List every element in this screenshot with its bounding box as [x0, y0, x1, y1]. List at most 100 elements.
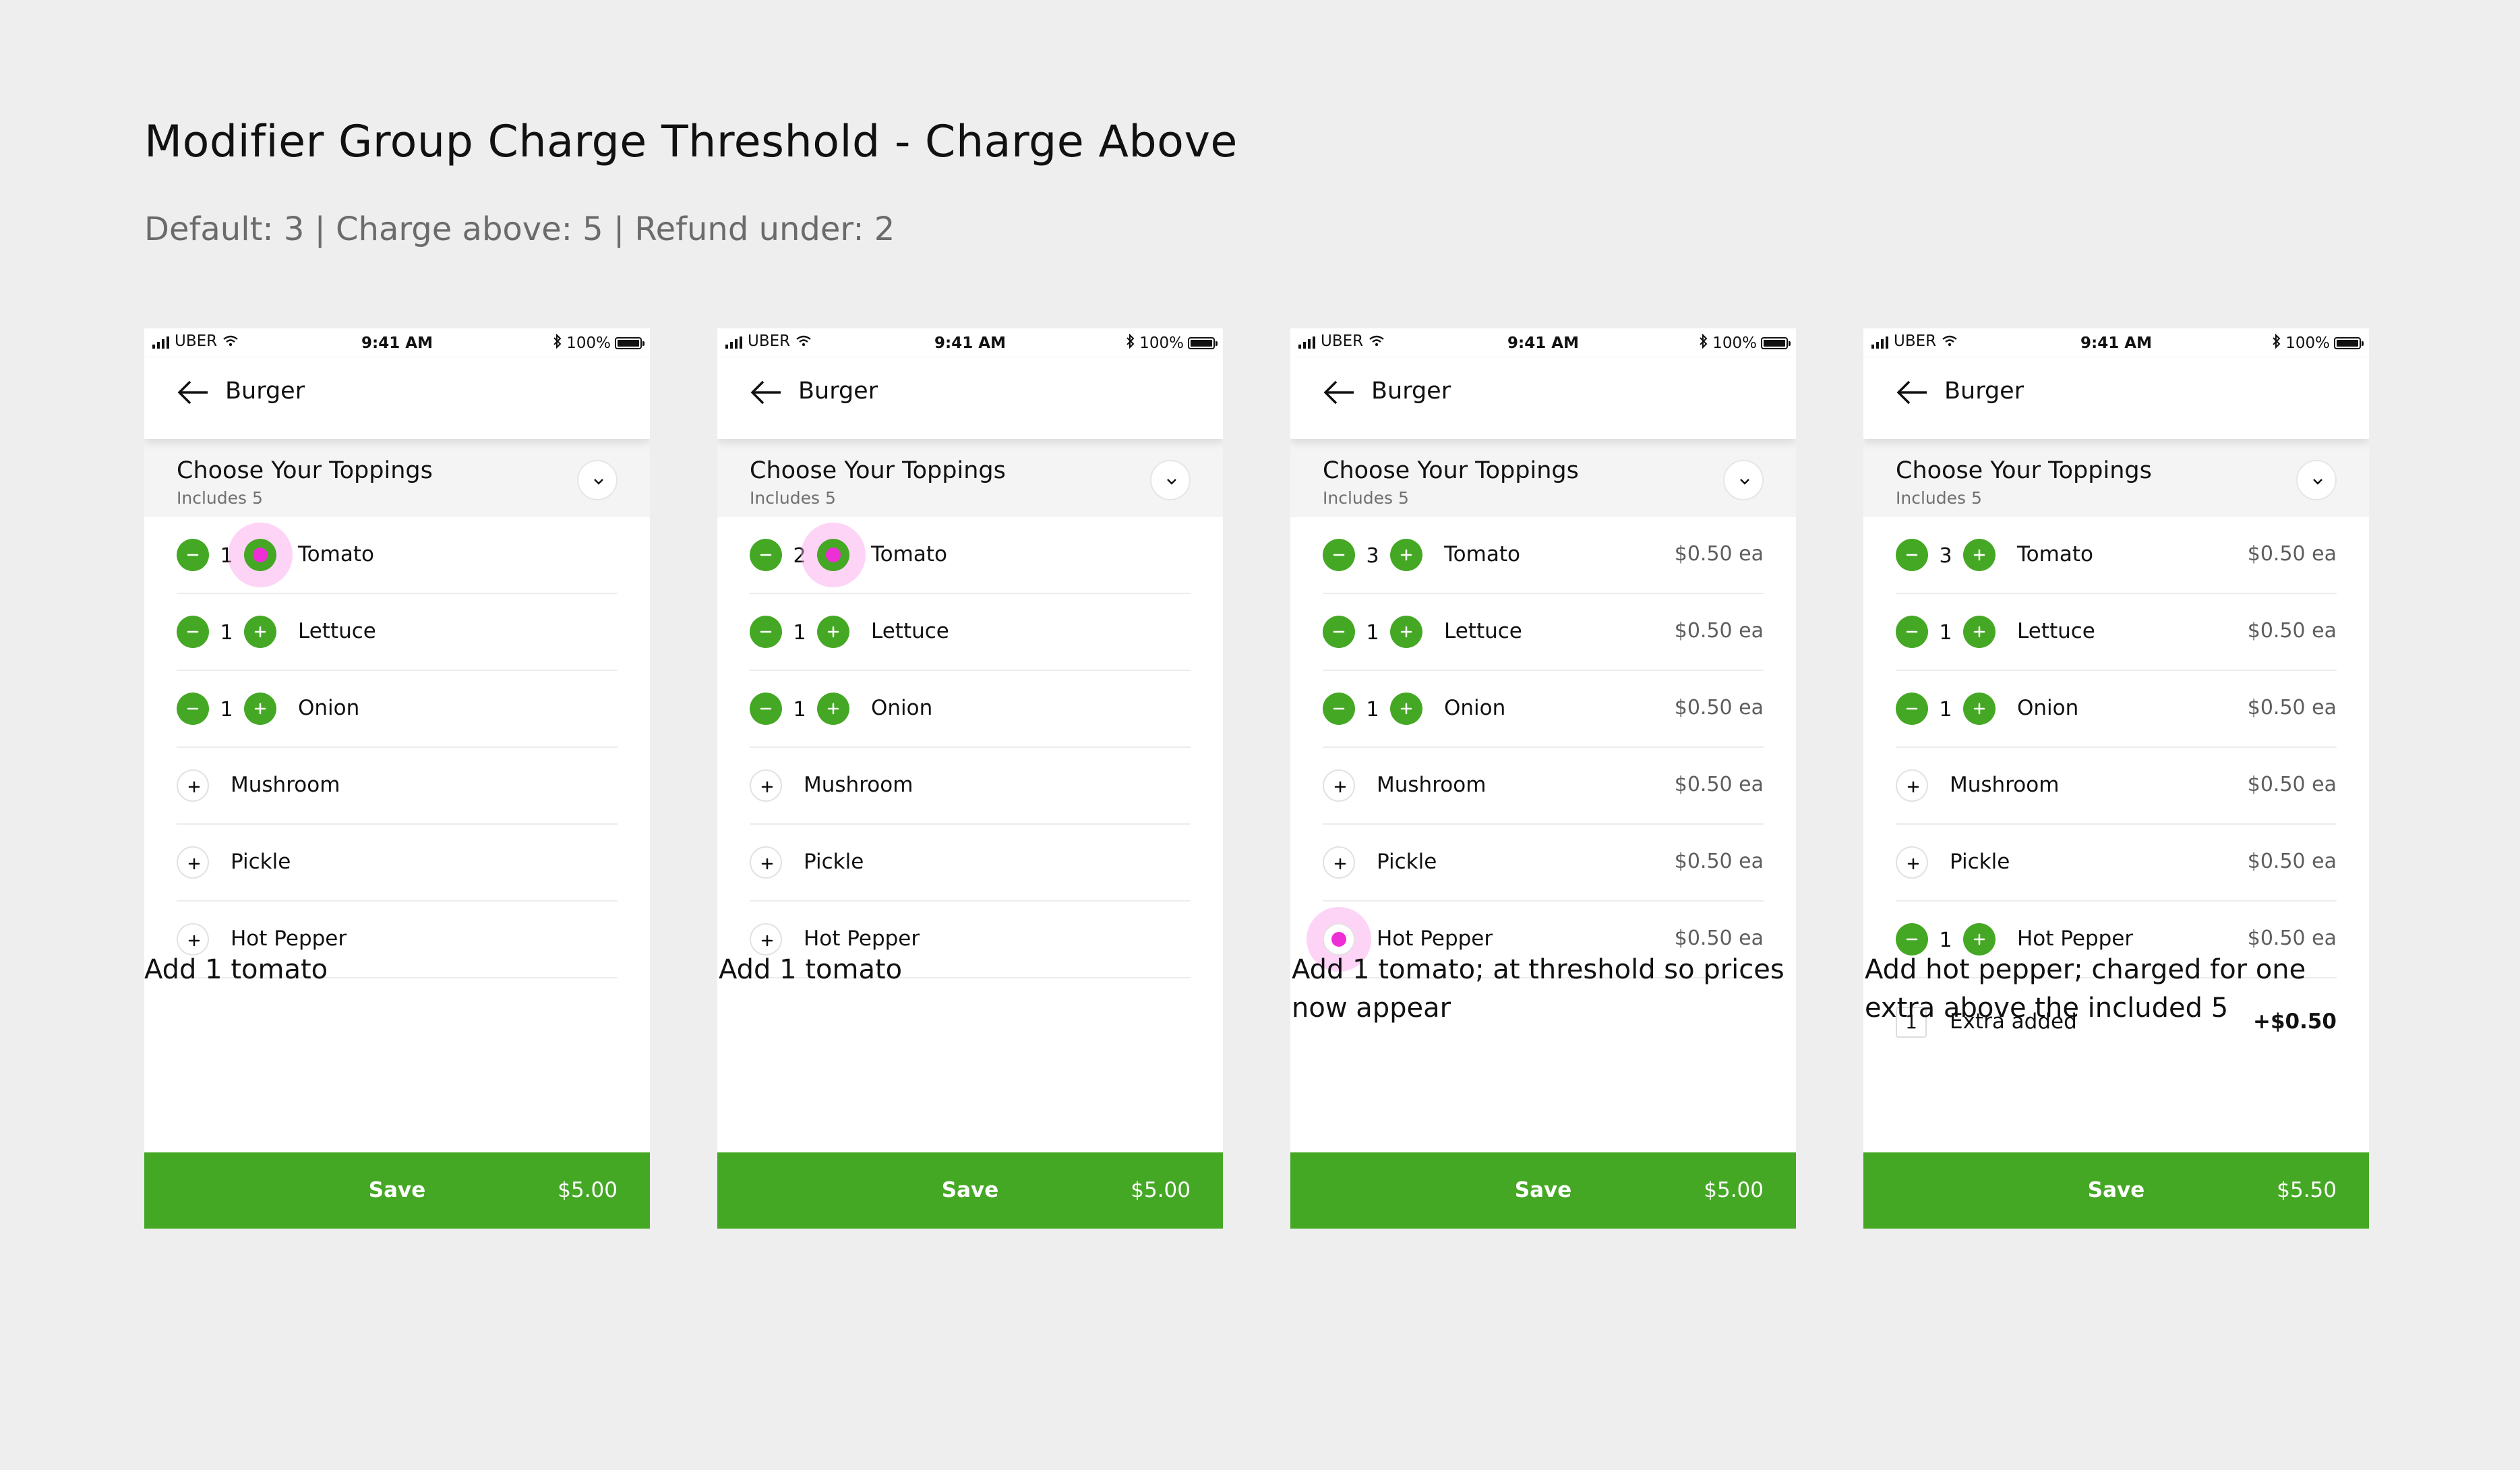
- topping-row[interactable]: Mushroom $0.50 ea: [1896, 748, 2337, 825]
- quantity-value: 1: [793, 698, 806, 722]
- minus-icon[interactable]: [1896, 539, 1928, 571]
- group-title: Choose Your Toppings: [1896, 457, 2152, 484]
- topping-price: $0.50 ea: [1674, 773, 1764, 796]
- topping-row[interactable]: 1 Lettuce $0.50 ea: [1896, 594, 2337, 671]
- phone-frame: UBER 9:41 AM 100% Burger Choose Your Topping…: [717, 328, 1223, 1229]
- save-total: $5.00: [1131, 1178, 1191, 1202]
- plus-icon[interactable]: [1323, 846, 1355, 879]
- plus-icon[interactable]: [1323, 769, 1355, 802]
- topping-row[interactable]: Mushroom: [177, 748, 618, 825]
- minus-icon[interactable]: [1896, 693, 1928, 725]
- tap-point: [826, 548, 841, 562]
- save-button[interactable]: Save $5.00: [717, 1152, 1223, 1229]
- plus-icon[interactable]: [1963, 539, 1996, 571]
- modifier-group-header[interactable]: Choose Your Toppings Includes 5: [717, 430, 1223, 517]
- minus-icon[interactable]: [1323, 539, 1355, 571]
- plus-icon[interactable]: [1390, 693, 1422, 725]
- topping-row[interactable]: 1 Onion: [177, 671, 618, 748]
- topping-name: Tomato: [2017, 542, 2093, 566]
- topping-row[interactable]: 1 Lettuce: [750, 594, 1191, 671]
- topping-row[interactable]: Pickle $0.50 ea: [1896, 825, 2337, 902]
- chevron-down-icon[interactable]: [1150, 460, 1191, 500]
- back-arrow-icon[interactable]: [1896, 376, 1929, 409]
- topping-name: Onion: [2017, 696, 2079, 720]
- bluetooth-icon: [2272, 333, 2281, 353]
- topping-name: Hot Pepper: [804, 927, 920, 951]
- topping-row[interactable]: Pickle $0.50 ea: [1323, 825, 1764, 902]
- plus-icon[interactable]: [817, 616, 849, 648]
- modifier-group-header[interactable]: Choose Your Toppings Includes 5: [1863, 430, 2369, 517]
- topping-row[interactable]: Pickle: [750, 825, 1191, 902]
- topping-price: $0.50 ea: [2247, 850, 2337, 873]
- status-right: 100%: [553, 333, 644, 353]
- chevron-down-icon[interactable]: [1723, 460, 1764, 500]
- topping-row[interactable]: 1 Lettuce $0.50 ea: [1323, 594, 1764, 671]
- back-arrow-icon[interactable]: [177, 376, 210, 409]
- quantity-value: 1: [220, 621, 233, 645]
- modifier-group-header[interactable]: Choose Your Toppings Includes 5: [144, 430, 650, 517]
- topping-price: $0.50 ea: [2247, 696, 2337, 719]
- phone-screen-1: UBER 9:41 AM 100% Burger Choose Your Topping…: [144, 328, 650, 1229]
- topping-row[interactable]: Mushroom: [750, 748, 1191, 825]
- topping-row[interactable]: Mushroom $0.50 ea: [1323, 748, 1764, 825]
- plus-icon[interactable]: [750, 846, 782, 879]
- nav-title: Burger: [1371, 378, 1451, 405]
- minus-icon[interactable]: [1896, 616, 1928, 648]
- group-title: Choose Your Toppings: [750, 457, 1006, 484]
- plus-icon[interactable]: [177, 769, 209, 802]
- save-button[interactable]: Save $5.00: [1290, 1152, 1796, 1229]
- topping-price: $0.50 ea: [2247, 927, 2337, 950]
- topping-row[interactable]: 1 Onion: [750, 671, 1191, 748]
- plus-icon[interactable]: [1963, 693, 1996, 725]
- minus-icon[interactable]: [750, 539, 782, 571]
- save-total: $5.50: [2277, 1178, 2337, 1202]
- topping-row[interactable]: 1 Onion $0.50 ea: [1323, 671, 1764, 748]
- minus-icon[interactable]: [177, 693, 209, 725]
- nav-title: Burger: [1944, 378, 2024, 405]
- group-title: Choose Your Toppings: [1323, 457, 1579, 484]
- plus-icon[interactable]: [1390, 539, 1422, 571]
- minus-icon[interactable]: [750, 693, 782, 725]
- phone-screen-3: UBER 9:41 AM 100% Burger Choose Your Topping…: [1290, 328, 1796, 1229]
- plus-icon[interactable]: [1390, 616, 1422, 648]
- chevron-down-icon[interactable]: [2296, 460, 2337, 500]
- plus-icon[interactable]: [244, 616, 276, 648]
- save-total: $5.00: [1704, 1178, 1764, 1202]
- nav-bar: Burger: [1290, 358, 1796, 439]
- topping-name: Lettuce: [298, 619, 376, 643]
- save-total: $5.00: [558, 1178, 618, 1202]
- chevron-down-icon[interactable]: [577, 460, 618, 500]
- minus-icon[interactable]: [177, 539, 209, 571]
- save-button[interactable]: Save $5.50: [1863, 1152, 2369, 1229]
- back-arrow-icon[interactable]: [1323, 376, 1356, 409]
- minus-icon[interactable]: [1323, 693, 1355, 725]
- plus-icon[interactable]: [750, 769, 782, 802]
- minus-icon[interactable]: [177, 616, 209, 648]
- topping-row[interactable]: 2 Tomato: [750, 517, 1191, 594]
- battery-percent: 100%: [2285, 334, 2330, 352]
- topping-row[interactable]: 1 Lettuce: [177, 594, 618, 671]
- topping-row[interactable]: 3 Tomato $0.50 ea: [1323, 517, 1764, 594]
- status-right: 100%: [1699, 333, 1791, 353]
- plus-icon[interactable]: [177, 846, 209, 879]
- topping-price: $0.50 ea: [1674, 927, 1764, 950]
- topping-name: Lettuce: [2017, 619, 2095, 643]
- minus-icon[interactable]: [1323, 616, 1355, 648]
- battery-icon: [1188, 337, 1218, 349]
- page-subtitle: Default: 3 | Charge above: 5 | Refund un…: [144, 210, 895, 248]
- plus-icon[interactable]: [817, 693, 849, 725]
- save-button[interactable]: Save $5.00: [144, 1152, 650, 1229]
- back-arrow-icon[interactable]: [750, 376, 783, 409]
- plus-icon[interactable]: [244, 693, 276, 725]
- nav-title: Burger: [798, 378, 878, 405]
- screen-caption: Add 1 tomato: [719, 954, 903, 985]
- modifier-group-header[interactable]: Choose Your Toppings Includes 5: [1290, 430, 1796, 517]
- plus-icon[interactable]: [1896, 769, 1928, 802]
- plus-icon[interactable]: [1963, 616, 1996, 648]
- topping-row[interactable]: 1 Tomato: [177, 517, 618, 594]
- topping-row[interactable]: 3 Tomato $0.50 ea: [1896, 517, 2337, 594]
- topping-row[interactable]: Pickle: [177, 825, 618, 902]
- plus-icon[interactable]: [1896, 846, 1928, 879]
- topping-row[interactable]: 1 Onion $0.50 ea: [1896, 671, 2337, 748]
- minus-icon[interactable]: [750, 616, 782, 648]
